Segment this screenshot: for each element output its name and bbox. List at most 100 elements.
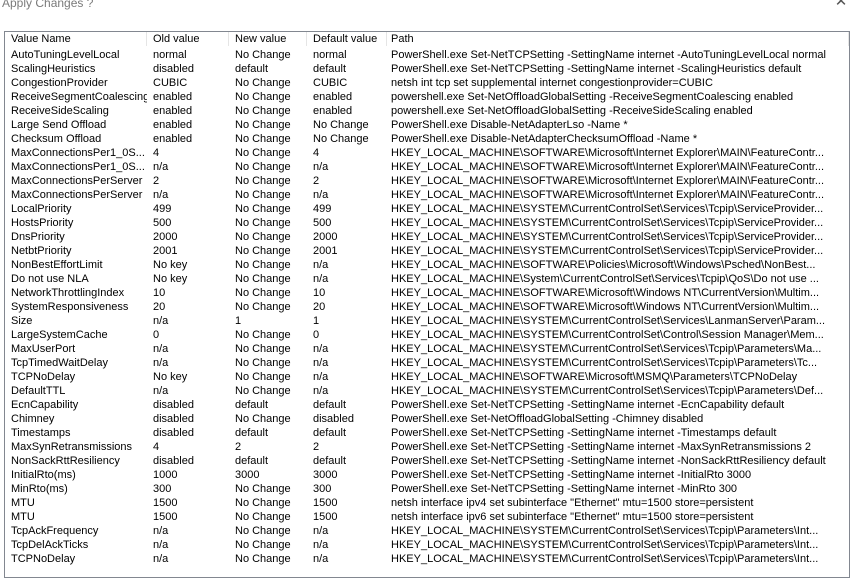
new-value-cell: No Change bbox=[235, 189, 291, 201]
table-row[interactable]: ScalingHeuristics disabled default default P… bbox=[5, 62, 849, 76]
value-name-cell: HostsPriority bbox=[11, 217, 74, 229]
column-header-value-name[interactable]: Value Name bbox=[5, 32, 147, 46]
table-row[interactable]: Large Send Offload enabled No Change No Cha… bbox=[5, 118, 849, 132]
default-value-cell: n/a bbox=[313, 357, 329, 369]
old-value-cell: n/a bbox=[153, 161, 169, 173]
default-value-cell: 1500 bbox=[313, 511, 338, 523]
new-value-cell: default bbox=[235, 63, 269, 75]
column-header-old-value[interactable]: Old value bbox=[147, 32, 229, 46]
table-row[interactable]: MTU 1500 No Change 1500 netsh interface ipv6… bbox=[5, 510, 849, 524]
new-value-cell: 1 bbox=[235, 315, 242, 327]
new-value-cell: No Change bbox=[235, 329, 291, 341]
default-value-cell: n/a bbox=[313, 273, 329, 285]
table-row[interactable]: EcnCapability disabled default default Power… bbox=[5, 398, 849, 412]
table-row[interactable]: CongestionProvider CUBIC No Change CUBIC net… bbox=[5, 76, 849, 90]
new-value-cell: No Change bbox=[235, 105, 291, 117]
table-row[interactable]: TcpDelAckTicks n/a No Change n/a HKEY_LOCAL_… bbox=[5, 538, 849, 552]
table-row[interactable]: MaxConnectionsPerServer n/a No Change n/a HK… bbox=[5, 188, 849, 202]
new-value-cell: No Change bbox=[235, 497, 291, 509]
default-value-cell: default bbox=[313, 399, 347, 411]
old-value-cell: No key bbox=[153, 371, 188, 383]
table-row[interactable]: ReceiveSideScaling enabled No Change enable… bbox=[5, 104, 849, 118]
table-row[interactable]: MaxSynRetransmissions 4 2 2 PowerShell.exe S… bbox=[5, 440, 849, 454]
table-row[interactable]: ReceiveSegmentCoalescing enabled No Change… bbox=[5, 90, 849, 104]
new-value-cell: No Change bbox=[235, 77, 291, 89]
table-row[interactable]: LargeSystemCache 0 No Change 0 HKEY_LOCAL_MA… bbox=[5, 328, 849, 342]
table-row[interactable]: DnsPriority 2000 No Change 2000 HKEY_LOCAL_M… bbox=[5, 230, 849, 244]
table-row[interactable]: NonBestEffortLimit No key No Change n/a HKEY… bbox=[5, 258, 849, 272]
table-row[interactable]: AutoTuningLevelLocal normal No Change norma… bbox=[5, 48, 849, 62]
default-value-cell: 1500 bbox=[313, 497, 338, 509]
value-name-cell: NetworkThrottlingIndex bbox=[11, 287, 125, 299]
new-value-cell: No Change bbox=[235, 175, 291, 187]
table-row[interactable]: MTU 1500 No Change 1500 netsh interface ipv4… bbox=[5, 496, 849, 510]
table-row[interactable]: TCPNoDelay No key No Change n/a HKEY_LOCAL_M… bbox=[5, 370, 849, 384]
column-header-new-value[interactable]: New value bbox=[229, 32, 307, 46]
new-value-cell: No Change bbox=[235, 273, 291, 285]
column-header-default-value[interactable]: Default value bbox=[307, 32, 387, 46]
table-row[interactable]: MaxConnectionsPer1_0S... 4 No Change 4 HKEY_… bbox=[5, 146, 849, 160]
new-value-cell: No Change bbox=[235, 525, 291, 537]
path-cell: HKEY_LOCAL_MACHINE\System\CurrentControl… bbox=[391, 273, 819, 285]
table-row[interactable]: Checksum Offload enabled No Change No Chang… bbox=[5, 132, 849, 146]
table-row[interactable]: NonSackRttResiliency disabled default defau… bbox=[5, 454, 849, 468]
table-row[interactable]: NetbtPriority 2001 No Change 2001 HKEY_LOCAL… bbox=[5, 244, 849, 258]
default-value-cell: n/a bbox=[313, 539, 329, 551]
path-cell: HKEY_LOCAL_MACHINE\SOFTWARE\Microsoft\In… bbox=[391, 161, 824, 173]
table-row[interactable]: MinRto(ms) 300 No Change 300 PowerShell.exe … bbox=[5, 482, 849, 496]
path-cell: HKEY_LOCAL_MACHINE\SYSTEM\CurrentControl… bbox=[391, 343, 822, 355]
path-cell: HKEY_LOCAL_MACHINE\SYSTEM\CurrentControl… bbox=[391, 385, 824, 397]
value-name-cell: TcpAckFrequency bbox=[11, 525, 99, 537]
default-value-cell: 1 bbox=[313, 315, 320, 327]
old-value-cell: n/a bbox=[153, 189, 169, 201]
old-value-cell: enabled bbox=[153, 119, 193, 131]
value-name-cell: CongestionProvider bbox=[11, 77, 108, 89]
path-cell: HKEY_LOCAL_MACHINE\SOFTWARE\Microsoft\In… bbox=[391, 175, 824, 187]
path-cell: netsh interface ipv4 set subinterface "E… bbox=[391, 497, 754, 509]
default-value-cell: No Change bbox=[313, 119, 369, 131]
table-row[interactable]: MaxConnectionsPer1_0S... n/a No Change n/a H… bbox=[5, 160, 849, 174]
table-row[interactable]: NetworkThrottlingIndex 10 No Change 10 HKEY_… bbox=[5, 286, 849, 300]
default-value-cell: 500 bbox=[313, 217, 332, 229]
table-row[interactable]: InitialRto(ms) 1000 3000 3000 PowerShell.exe… bbox=[5, 468, 849, 482]
old-value-cell: 500 bbox=[153, 217, 172, 229]
default-value-cell: 2001 bbox=[313, 245, 338, 257]
new-value-cell: No Change bbox=[235, 511, 291, 523]
default-value-cell: 20 bbox=[313, 301, 326, 313]
table-row[interactable]: TcpAckFrequency n/a No Change n/a HKEY_LOCAL… bbox=[5, 524, 849, 538]
default-value-cell: enabled bbox=[313, 105, 353, 117]
path-cell: PowerShell.exe Set-NetTCPSetting -Settin… bbox=[391, 455, 826, 467]
table-row[interactable]: MaxConnectionsPerServer 2 No Change 2 HKEY_L… bbox=[5, 174, 849, 188]
default-value-cell: disabled bbox=[313, 413, 354, 425]
close-icon[interactable]: ✕ bbox=[834, 0, 848, 10]
table-row[interactable]: Do not use NLA No key No Change n/a HKEY_LOC… bbox=[5, 272, 849, 286]
old-value-cell: 300 bbox=[153, 483, 172, 495]
value-name-cell: MaxConnectionsPerServer bbox=[11, 189, 143, 201]
default-value-cell: 300 bbox=[313, 483, 332, 495]
new-value-cell: No Change bbox=[235, 231, 291, 243]
table-row[interactable]: DefaultTTL n/a No Change n/a HKEY_LOCAL_MACH… bbox=[5, 384, 849, 398]
table-row[interactable]: LocalPriority 499 No Change 499 HKEY_LOCAL_M… bbox=[5, 202, 849, 216]
old-value-cell: 0 bbox=[153, 329, 160, 341]
table-row[interactable]: Chimney disabled No Change disabled PowerShe… bbox=[5, 412, 849, 426]
table-row[interactable]: MaxUserPort n/a No Change n/a HKEY_LOCAL_MAC… bbox=[5, 342, 849, 356]
old-value-cell: enabled bbox=[153, 133, 193, 145]
old-value-cell: 4 bbox=[153, 147, 160, 159]
table-row[interactable]: TCPNoDelay n/a No Change n/a HKEY_LOCAL_MACH… bbox=[5, 552, 849, 566]
table-row[interactable]: HostsPriority 500 No Change 500 HKEY_LOCAL_M… bbox=[5, 216, 849, 230]
table-row[interactable]: SystemResponsiveness 20 No Change 20 HKEY_LO… bbox=[5, 300, 849, 314]
value-name-cell: Checksum Offload bbox=[11, 133, 102, 145]
new-value-cell: No Change bbox=[235, 343, 291, 355]
table-row[interactable]: TcpTimedWaitDelay n/a No Change n/a HKEY_LOC… bbox=[5, 356, 849, 370]
column-header-path[interactable]: Path bbox=[387, 32, 849, 46]
value-name-cell: NetbtPriority bbox=[11, 245, 72, 257]
value-name-cell: LargeSystemCache bbox=[11, 329, 108, 341]
table-row[interactable]: Timestamps disabled default default PowerShe… bbox=[5, 426, 849, 440]
table-row[interactable]: Size n/a 1 1 HKEY_LOCAL_MACHINE\SYSTEM\Curre… bbox=[5, 314, 849, 328]
path-cell: HKEY_LOCAL_MACHINE\SYSTEM\CurrentControl… bbox=[391, 231, 824, 243]
old-value-cell: enabled bbox=[153, 91, 193, 103]
default-value-cell: default bbox=[313, 455, 347, 467]
new-value-cell: No Change bbox=[235, 371, 291, 383]
changes-list[interactable]: Value Name Old value New value Default v… bbox=[4, 31, 850, 578]
old-value-cell: No key bbox=[153, 259, 188, 271]
